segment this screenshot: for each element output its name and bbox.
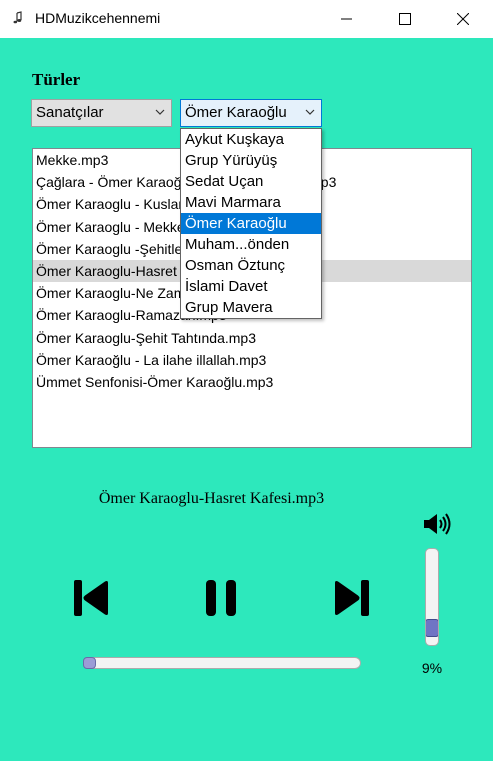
track-list-item[interactable]: Ümmet Senfonisi-Ömer Karaoğlu.mp3 bbox=[33, 371, 471, 393]
track-list-item[interactable]: Ömer Karaoglu-Şehit Tahtında.mp3 bbox=[33, 327, 471, 349]
pause-icon[interactable] bbox=[204, 579, 240, 617]
category-combo-value: Sanatçılar bbox=[36, 104, 104, 121]
speaker-icon[interactable] bbox=[422, 512, 454, 536]
chevron-down-icon bbox=[155, 109, 165, 115]
title-bar: HDMuzikcehennemi bbox=[0, 0, 493, 38]
category-combo[interactable]: Sanatçılar bbox=[31, 99, 172, 127]
music-note-icon bbox=[13, 11, 22, 24]
close-button[interactable] bbox=[440, 0, 486, 38]
artist-combo[interactable]: Ömer Karaoğlu bbox=[180, 99, 322, 127]
progress-slider[interactable] bbox=[83, 657, 361, 669]
artist-option[interactable]: Mavi Marmara bbox=[181, 192, 321, 213]
close-icon bbox=[457, 13, 469, 25]
skip-previous-icon[interactable] bbox=[72, 579, 112, 617]
artist-option[interactable]: İslami Davet bbox=[181, 276, 321, 297]
track-list-item[interactable]: Ömer Karaoğlu - La ilahe illallah.mp3 bbox=[33, 349, 471, 371]
genres-label: Türler bbox=[32, 70, 81, 89]
artist-option-selected[interactable]: Ömer Karaoğlu bbox=[181, 213, 321, 234]
volume-slider-thumb[interactable] bbox=[426, 618, 438, 637]
now-playing-label: Ömer Karaoglu-Hasret Kafesi.mp3 bbox=[98, 490, 325, 507]
artist-option[interactable]: Grup Yürüyüş bbox=[181, 150, 321, 171]
artist-option[interactable]: Grup Mavera bbox=[181, 297, 321, 318]
artist-combo-value: Ömer Karaoğlu bbox=[185, 104, 287, 121]
window-title: HDMuzikcehennemi bbox=[35, 10, 161, 26]
progress-slider-thumb[interactable] bbox=[83, 657, 96, 669]
artist-option[interactable]: Muham...önden bbox=[181, 234, 321, 255]
skip-next-icon[interactable] bbox=[331, 579, 371, 617]
maximize-button[interactable] bbox=[382, 0, 428, 38]
artist-dropdown-list[interactable]: Aykut Kuşkaya Grup Yürüyüş Sedat Uçan Ma… bbox=[180, 128, 322, 319]
minimize-icon bbox=[341, 18, 352, 20]
volume-percent-label: 9% bbox=[421, 660, 443, 676]
artist-option[interactable]: Osman Öztunç bbox=[181, 255, 321, 276]
volume-slider[interactable] bbox=[425, 548, 439, 646]
chevron-down-icon bbox=[305, 109, 315, 115]
minimize-button[interactable] bbox=[324, 0, 370, 38]
artist-option[interactable]: Aykut Kuşkaya bbox=[181, 129, 321, 150]
maximize-icon bbox=[399, 13, 411, 25]
artist-option[interactable]: Sedat Uçan bbox=[181, 171, 321, 192]
